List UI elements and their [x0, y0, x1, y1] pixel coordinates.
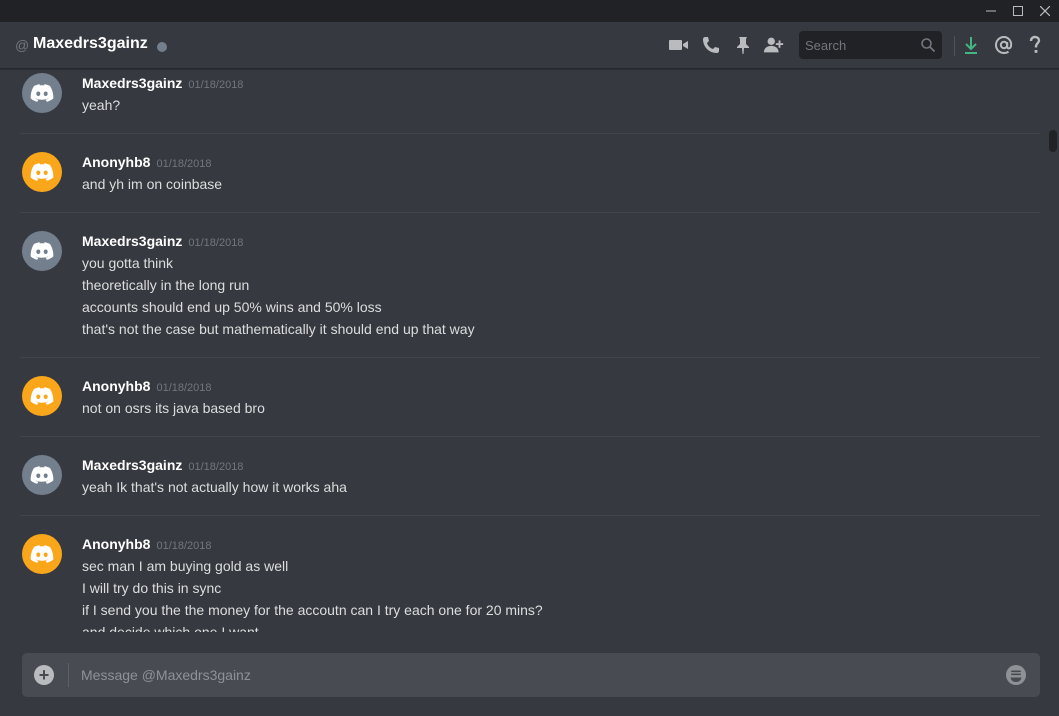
message-timestamp: 01/18/2018: [188, 461, 244, 473]
message-composer[interactable]: + Message @Maxedrs3gainz: [22, 653, 1040, 697]
dm-recipient-name: Maxedrs3gainz: [33, 35, 148, 52]
add-friend-icon[interactable]: [763, 34, 785, 56]
message-text: sec man I am buying gold as well: [82, 558, 289, 574]
message-text: I will try do this in sync: [82, 580, 222, 596]
avatar[interactable]: [22, 152, 62, 192]
discord-logo-icon: [30, 84, 54, 102]
download-icon[interactable]: [960, 34, 982, 56]
close-icon[interactable]: [1030, 0, 1059, 22]
mention-icon[interactable]: [993, 34, 1015, 56]
message-text: that's not the case but mathematically i…: [82, 321, 475, 337]
search-icon: [921, 38, 936, 53]
phone-icon[interactable]: [700, 34, 722, 56]
message-author[interactable]: Anonyhb8 01/18/2018: [82, 154, 212, 170]
discord-logo-icon: [30, 545, 54, 563]
message-text: theoretically in the long run: [82, 277, 250, 293]
message-author[interactable]: Maxedrs3gainz 01/18/2018: [82, 75, 243, 91]
message-author[interactable]: Anonyhb8 01/18/2018: [82, 378, 212, 394]
message-text: you gotta think: [82, 255, 174, 271]
message-author[interactable]: Maxedrs3gainz 01/18/2018: [82, 457, 243, 473]
avatar[interactable]: [22, 231, 62, 271]
message-author[interactable]: Anonyhb8 01/18/2018: [82, 536, 212, 552]
help-icon[interactable]: [1024, 34, 1046, 56]
message-timestamp: 01/18/2018: [156, 158, 212, 170]
discord-logo-icon: [30, 387, 54, 405]
message-text: not on osrs its java based bro: [82, 400, 265, 416]
author-name[interactable]: Maxedrs3gainz: [82, 457, 182, 473]
video-camera-icon[interactable]: [668, 34, 690, 56]
avatar[interactable]: [22, 455, 62, 495]
emoji-picker-icon[interactable]: [1005, 664, 1027, 686]
pin-icon[interactable]: [732, 34, 754, 56]
channel-header: @ Maxedrs3gainz Search: [0, 22, 1059, 69]
minimize-icon[interactable]: [976, 0, 1006, 22]
upload-plus-icon[interactable]: +: [34, 665, 54, 685]
message-author[interactable]: Maxedrs3gainz 01/18/2018: [82, 233, 243, 249]
author-name[interactable]: Maxedrs3gainz: [82, 233, 182, 249]
message-divider: [20, 133, 1040, 134]
author-name[interactable]: Anonyhb8: [82, 154, 150, 170]
message-divider: [20, 357, 1040, 358]
message-text: yeah?: [82, 97, 121, 113]
avatar[interactable]: [22, 534, 62, 574]
message-text: and decide which one I want: [82, 624, 259, 632]
at-icon: @: [15, 37, 30, 53]
message-text: accounts should end up 50% wins and 50% …: [82, 299, 382, 315]
discord-logo-icon: [30, 466, 54, 484]
search-placeholder: Search: [805, 38, 847, 53]
search-input[interactable]: Search: [799, 31, 942, 59]
message-timestamp: 01/18/2018: [188, 237, 244, 249]
message-timestamp: 01/18/2018: [156, 540, 212, 552]
status-indicator-icon: [157, 42, 167, 52]
message-timestamp: 01/18/2018: [188, 79, 244, 91]
author-name[interactable]: Anonyhb8: [82, 536, 150, 552]
message-text: yeah Ik that's not actually how it works…: [82, 479, 347, 495]
scrollbar-thumb[interactable]: [1049, 130, 1057, 152]
message-divider: [20, 436, 1040, 437]
avatar[interactable]: [22, 376, 62, 416]
author-name[interactable]: Anonyhb8: [82, 378, 150, 394]
composer-divider: [68, 663, 69, 687]
message-timestamp: 01/18/2018: [156, 382, 212, 394]
window-titlebar: [0, 0, 1059, 22]
discord-logo-icon: [30, 242, 54, 260]
message-list[interactable]: Maxedrs3gainz 01/18/2018 yeah? Anonyhb8 01…: [0, 70, 1047, 632]
message-text: if I send you the the money for the acco…: [82, 602, 543, 618]
maximize-icon[interactable]: [1003, 0, 1033, 22]
avatar[interactable]: [22, 73, 62, 113]
message-divider: [20, 515, 1040, 516]
discord-logo-icon: [30, 163, 54, 181]
header-divider: [954, 36, 955, 56]
author-name[interactable]: Maxedrs3gainz: [82, 75, 182, 91]
message-text: and yh im on coinbase: [82, 176, 223, 192]
message-input[interactable]: Message @Maxedrs3gainz: [81, 667, 251, 683]
message-divider: [20, 212, 1040, 213]
